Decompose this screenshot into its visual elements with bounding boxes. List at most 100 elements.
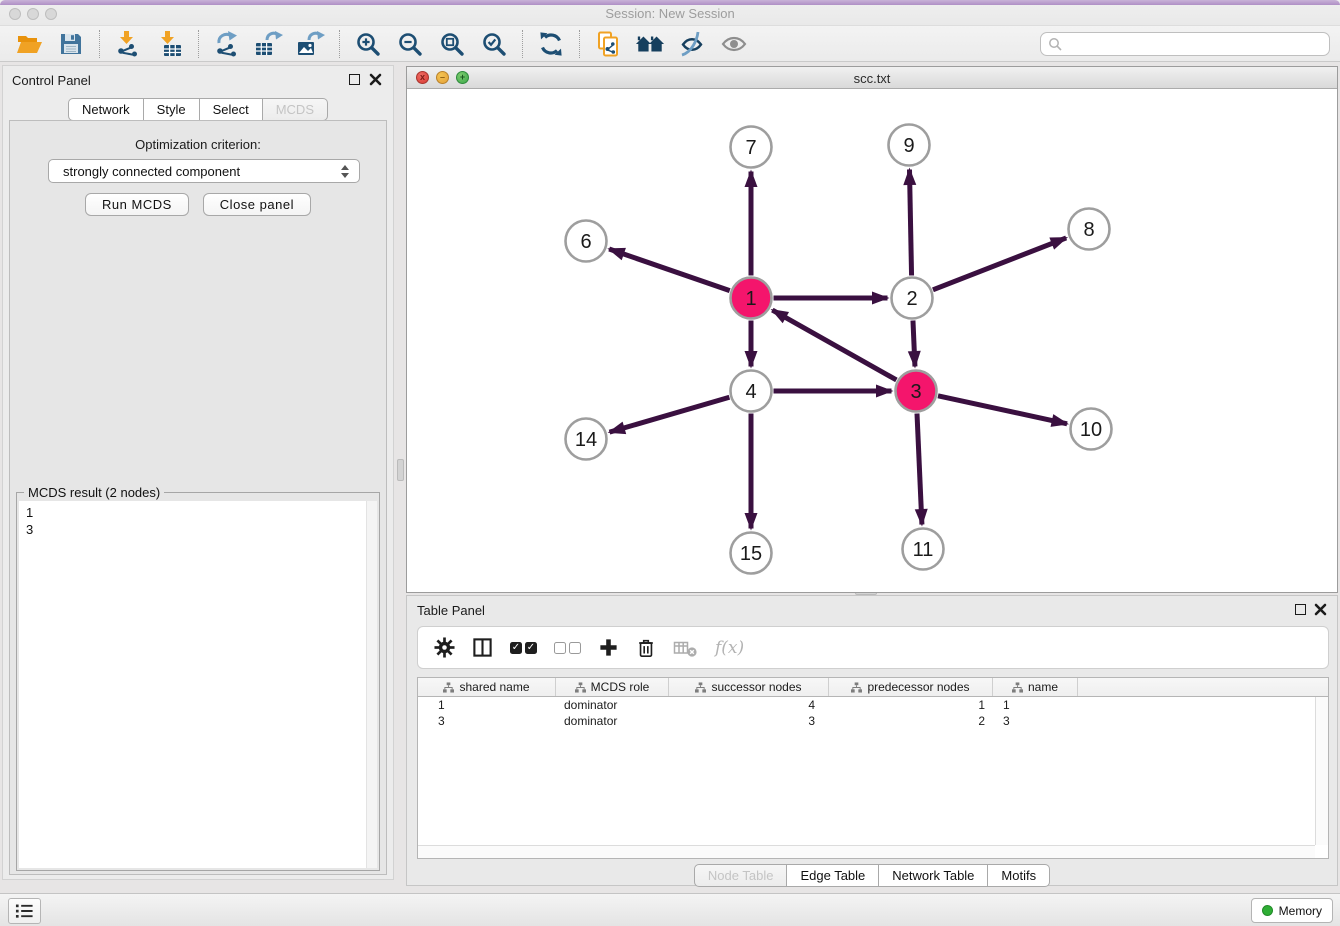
import-network-icon[interactable] bbox=[113, 29, 143, 59]
open-session-icon[interactable] bbox=[14, 29, 44, 59]
main-toolbar bbox=[0, 26, 1340, 62]
table-row[interactable]: 3dominator323 bbox=[418, 713, 1328, 729]
window-titlebar: Session: New Session bbox=[0, 0, 1340, 26]
export-image-icon[interactable] bbox=[296, 29, 326, 59]
close-panel-icon[interactable] bbox=[369, 73, 382, 86]
hide-details-icon[interactable] bbox=[677, 29, 707, 59]
column-type-icon bbox=[695, 682, 706, 693]
table-body: 1dominator4113dominator323 bbox=[418, 697, 1328, 729]
application-window: Session: New Session bbox=[0, 0, 1340, 926]
vertical-splitter-handle[interactable] bbox=[397, 459, 404, 481]
table-cell[interactable]: 1 bbox=[993, 697, 1078, 713]
network-window-titlebar[interactable]: x – + scc.txt bbox=[407, 67, 1337, 89]
table-cell[interactable]: 3 bbox=[669, 713, 829, 729]
task-history-button[interactable] bbox=[8, 898, 41, 924]
table-float-icon[interactable] bbox=[1295, 604, 1306, 615]
control-panel-tabs: NetworkStyleSelectMCDS bbox=[3, 98, 393, 121]
export-network-icon[interactable] bbox=[212, 29, 242, 59]
graph-edge-3-10[interactable] bbox=[938, 396, 1067, 424]
table-vertical-scrollbar[interactable] bbox=[1315, 697, 1328, 845]
table-cell[interactable]: 3 bbox=[993, 713, 1078, 729]
graph-edge-1-6[interactable] bbox=[609, 249, 730, 291]
graph-edge-2-9[interactable] bbox=[909, 169, 911, 275]
optimization-criterion-label: Optimization criterion: bbox=[10, 137, 386, 152]
search-field[interactable] bbox=[1040, 32, 1330, 56]
tab-select[interactable]: Select bbox=[200, 98, 263, 121]
toolbar-separator bbox=[579, 30, 580, 58]
mcds-result-item[interactable]: 3 bbox=[19, 521, 377, 538]
zoom-selected-icon[interactable] bbox=[479, 29, 509, 59]
column-header-predecessor-nodes[interactable]: predecessor nodes bbox=[829, 678, 993, 696]
table-horizontal-scrollbar[interactable] bbox=[418, 845, 1315, 858]
table-panel-title: Table Panel bbox=[417, 603, 485, 618]
tab-edge-table[interactable]: Edge Table bbox=[787, 864, 879, 887]
column-type-icon bbox=[851, 682, 862, 693]
mcds-result-item[interactable]: 1 bbox=[19, 501, 377, 521]
table-cell[interactable]: 4 bbox=[669, 697, 829, 713]
graph-node-label: 1 bbox=[745, 288, 756, 310]
table-tabs: Node TableEdge TableNetwork TableMotifs bbox=[407, 864, 1337, 887]
memory-button[interactable]: Memory bbox=[1251, 898, 1333, 923]
column-header-shared-name[interactable]: shared name bbox=[418, 678, 556, 696]
save-session-icon[interactable] bbox=[56, 29, 86, 59]
column-header-name[interactable]: name bbox=[993, 678, 1078, 696]
deselect-all-icon[interactable] bbox=[554, 642, 581, 654]
tab-network-table[interactable]: Network Table bbox=[879, 864, 988, 887]
table-cell[interactable]: dominator bbox=[556, 713, 669, 729]
table-cell[interactable]: 2 bbox=[829, 713, 993, 729]
tab-motifs[interactable]: Motifs bbox=[988, 864, 1050, 887]
graph-node-label: 14 bbox=[575, 429, 597, 451]
table-cell[interactable]: dominator bbox=[556, 697, 669, 713]
graph-edge-3-1[interactable] bbox=[772, 310, 896, 380]
panel-columns-icon[interactable] bbox=[472, 637, 493, 658]
graph-node-label: 8 bbox=[1083, 219, 1094, 241]
graph-edge-2-3[interactable] bbox=[913, 320, 915, 366]
function-builder-icon[interactable]: f(x) bbox=[715, 638, 744, 658]
tab-node-table[interactable]: Node Table bbox=[694, 864, 788, 887]
column-type-icon bbox=[575, 682, 586, 693]
table-cell[interactable]: 1 bbox=[829, 697, 993, 713]
graph-node-label: 10 bbox=[1080, 419, 1102, 441]
zoom-out-icon[interactable] bbox=[395, 29, 425, 59]
run-mcds-button[interactable]: Run MCDS bbox=[85, 193, 189, 216]
result-scrollbar[interactable] bbox=[366, 501, 377, 868]
show-graphics-icon[interactable] bbox=[719, 29, 749, 59]
column-header-successor-nodes[interactable]: successor nodes bbox=[669, 678, 829, 696]
graph-node-label: 9 bbox=[903, 135, 914, 157]
close-panel-button[interactable]: Close panel bbox=[203, 193, 311, 216]
import-table-icon[interactable] bbox=[155, 29, 185, 59]
mcds-result-list[interactable]: 13 bbox=[19, 501, 377, 868]
table-header-row: shared nameMCDS rolesuccessor nodesprede… bbox=[418, 678, 1328, 697]
home-layout-icon[interactable] bbox=[635, 29, 665, 59]
graph-edge-2-8[interactable] bbox=[933, 238, 1066, 290]
duplicate-network-icon[interactable] bbox=[593, 29, 623, 59]
delete-column-icon[interactable] bbox=[636, 637, 656, 659]
float-panel-icon[interactable] bbox=[349, 74, 360, 85]
column-type-icon bbox=[1012, 682, 1023, 693]
table-cell[interactable]: 3 bbox=[418, 713, 556, 729]
table-row[interactable]: 1dominator411 bbox=[418, 697, 1328, 713]
graph-node-label: 7 bbox=[745, 137, 756, 159]
graph-edge-4-14[interactable] bbox=[610, 397, 730, 432]
zoom-fit-icon[interactable] bbox=[437, 29, 467, 59]
optimization-criterion-select[interactable]: strongly connected component bbox=[48, 159, 360, 183]
add-column-icon[interactable] bbox=[598, 637, 619, 658]
network-canvas[interactable]: 1234678910111415 bbox=[407, 89, 1337, 592]
titlebar-accent bbox=[0, 0, 1340, 5]
table-cell[interactable]: 1 bbox=[418, 697, 556, 713]
export-table-icon[interactable] bbox=[254, 29, 284, 59]
tab-mcds[interactable]: MCDS bbox=[263, 98, 328, 121]
table-panel: Table Panel ✓✓ f(x) shar bbox=[406, 595, 1338, 886]
network-graph: 1234678910111415 bbox=[407, 89, 1337, 592]
delete-table-icon[interactable] bbox=[673, 637, 698, 659]
tab-network[interactable]: Network bbox=[68, 98, 144, 121]
select-all-icon[interactable]: ✓✓ bbox=[510, 642, 537, 654]
tab-style[interactable]: Style bbox=[144, 98, 200, 121]
table-close-icon[interactable] bbox=[1314, 603, 1327, 616]
settings-gear-icon[interactable] bbox=[434, 637, 455, 658]
column-header-MCDS-role[interactable]: MCDS role bbox=[556, 678, 669, 696]
zoom-in-icon[interactable] bbox=[353, 29, 383, 59]
first-neighbors-icon[interactable] bbox=[536, 29, 566, 59]
search-input[interactable] bbox=[1062, 35, 1329, 53]
graph-edge-3-11[interactable] bbox=[917, 413, 922, 524]
